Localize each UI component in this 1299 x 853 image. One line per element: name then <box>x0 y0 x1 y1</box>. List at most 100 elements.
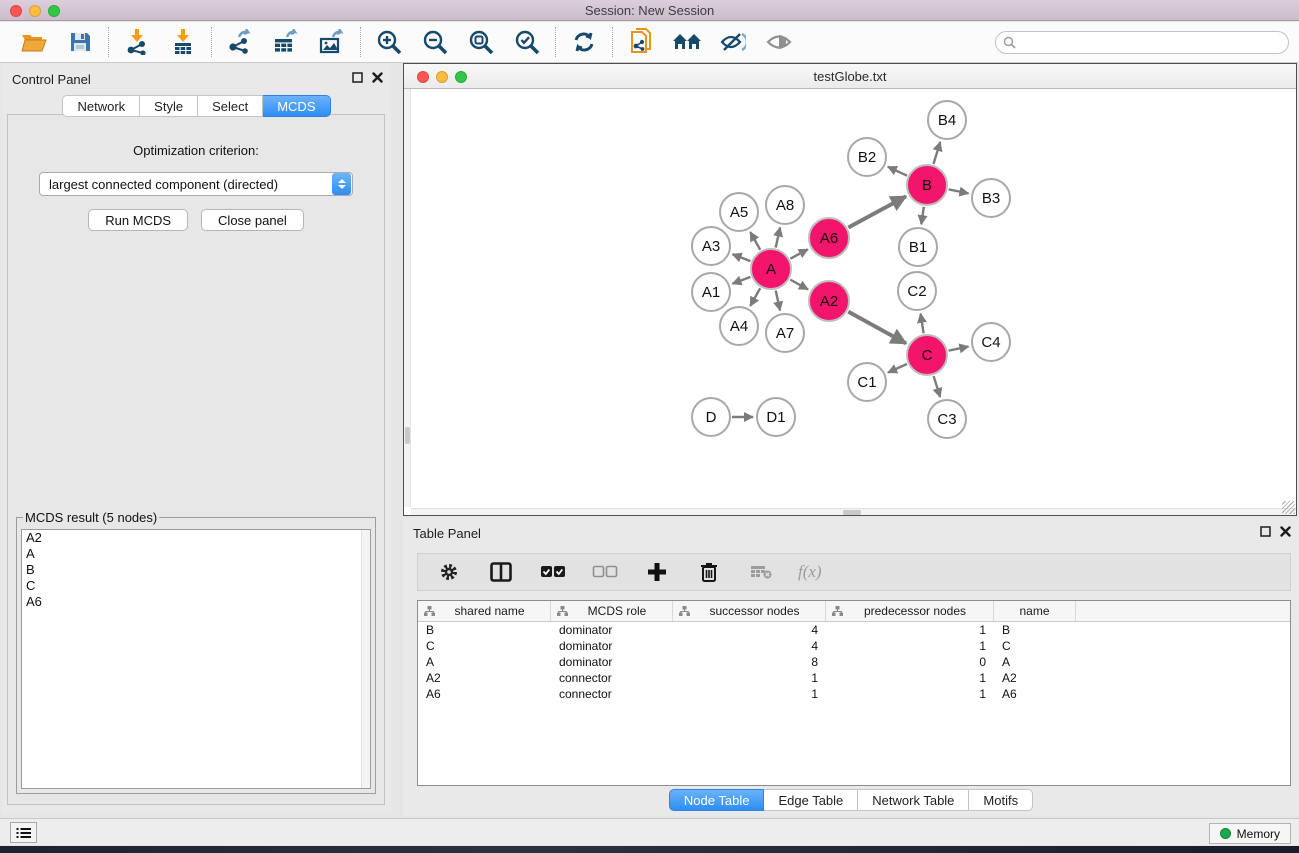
float-panel-icon[interactable] <box>352 72 363 83</box>
result-item[interactable]: A <box>22 546 370 562</box>
tab-node-table[interactable]: Node Table <box>669 789 765 811</box>
close-table-panel-icon[interactable] <box>1280 526 1291 537</box>
cell[interactable]: A <box>418 654 551 670</box>
edge-A-A4[interactable] <box>750 288 760 306</box>
node-A2[interactable]: A2 <box>808 280 850 322</box>
network-minimize-button[interactable] <box>436 71 448 83</box>
zoom-fit-icon[interactable] <box>466 27 496 57</box>
cell[interactable]: B <box>418 622 551 638</box>
node-B3[interactable]: B3 <box>971 178 1011 218</box>
tab-mcds[interactable]: MCDS <box>263 95 330 117</box>
zoom-in-icon[interactable] <box>374 27 404 57</box>
zoom-out-icon[interactable] <box>420 27 450 57</box>
cell[interactable]: 1 <box>826 638 994 654</box>
column-header-shared-name[interactable]: shared name <box>418 601 551 621</box>
cell[interactable]: 1 <box>826 686 994 702</box>
tab-network[interactable]: Network <box>62 95 140 117</box>
cell[interactable]: C <box>994 638 1076 654</box>
edge-A6-B[interactable] <box>848 196 906 227</box>
refresh-icon[interactable] <box>569 27 599 57</box>
close-panel-button[interactable]: Close panel <box>201 209 304 231</box>
cell[interactable]: 4 <box>673 622 826 638</box>
minimize-window-button[interactable] <box>29 5 41 17</box>
style-preview-icon[interactable] <box>718 27 748 57</box>
export-table-icon[interactable] <box>271 27 301 57</box>
tab-select[interactable]: Select <box>198 95 263 117</box>
cell[interactable]: C <box>418 638 551 654</box>
table-row[interactable]: A2connector11A2 <box>418 670 1290 686</box>
optimization-criterion-select[interactable]: largest connected component (directed) <box>39 172 353 196</box>
cell[interactable]: dominator <box>551 622 673 638</box>
mcds-result-list[interactable]: A2ABCA6 <box>21 529 371 789</box>
node-A5[interactable]: A5 <box>719 192 759 232</box>
node-B4[interactable]: B4 <box>927 100 967 140</box>
edge-A-A6[interactable] <box>790 249 807 258</box>
zoom-window-button[interactable] <box>48 5 60 17</box>
network-close-button[interactable] <box>417 71 429 83</box>
close-panel-icon[interactable] <box>372 72 383 83</box>
canvas-vertical-scrollbar[interactable] <box>404 89 411 507</box>
node-C1[interactable]: C1 <box>847 362 887 402</box>
edge-A-A1[interactable] <box>732 277 750 284</box>
search-input[interactable] <box>1021 35 1281 49</box>
edge-B-B4[interactable] <box>933 142 940 164</box>
cell[interactable]: A2 <box>994 670 1076 686</box>
add-row-icon[interactable] <box>642 557 672 587</box>
cell[interactable]: 0 <box>826 654 994 670</box>
export-image-icon[interactable] <box>317 27 347 57</box>
edge-B-B3[interactable] <box>949 189 969 193</box>
cell[interactable]: 8 <box>673 654 826 670</box>
cell[interactable]: 1 <box>826 670 994 686</box>
cell[interactable]: dominator <box>551 638 673 654</box>
column-header-name[interactable]: name <box>994 601 1076 621</box>
canvas-horizontal-scrollbar[interactable] <box>411 508 1296 515</box>
network-zoom-button[interactable] <box>455 71 467 83</box>
edge-B-B1[interactable] <box>921 207 924 224</box>
export-network-icon[interactable] <box>225 27 255 57</box>
column-header-MCDS-role[interactable]: MCDS role <box>551 601 673 621</box>
edge-B-B2[interactable] <box>888 167 907 176</box>
column-header-predecessor-nodes[interactable]: predecessor nodes <box>826 601 994 621</box>
edge-A-A7[interactable] <box>776 290 780 310</box>
cell[interactable]: A <box>994 654 1076 670</box>
node-C2[interactable]: C2 <box>897 271 937 311</box>
cell[interactable]: A2 <box>418 670 551 686</box>
birdseye-view-icon[interactable] <box>764 27 794 57</box>
tab-style[interactable]: Style <box>140 95 198 117</box>
result-item[interactable]: A2 <box>22 530 370 546</box>
gear-icon[interactable] <box>434 557 464 587</box>
task-history-button[interactable] <box>10 822 37 843</box>
result-item[interactable]: B <box>22 562 370 578</box>
table-row[interactable]: Cdominator41C <box>418 638 1290 654</box>
node-A3[interactable]: A3 <box>691 226 731 266</box>
node-A1[interactable]: A1 <box>691 272 731 312</box>
cell[interactable]: 1 <box>673 686 826 702</box>
cell[interactable]: 4 <box>673 638 826 654</box>
save-icon[interactable] <box>65 27 95 57</box>
select-all-icon[interactable] <box>538 557 568 587</box>
edge-C-C2[interactable] <box>921 314 924 334</box>
edge-C-C3[interactable] <box>934 376 941 397</box>
node-B2[interactable]: B2 <box>847 137 887 177</box>
edge-C-C1[interactable] <box>888 364 907 373</box>
tab-network-table[interactable]: Network Table <box>858 789 969 811</box>
window-resize-grip[interactable] <box>1282 501 1295 514</box>
cell[interactable]: dominator <box>551 654 673 670</box>
import-network-icon[interactable] <box>122 27 152 57</box>
new-network-from-selection-icon[interactable] <box>626 27 656 57</box>
node-C4[interactable]: C4 <box>971 322 1011 362</box>
float-table-panel-icon[interactable] <box>1260 526 1271 537</box>
deselect-all-icon[interactable] <box>590 557 620 587</box>
node-A6[interactable]: A6 <box>808 217 850 259</box>
network-canvas[interactable]: B4B2BB3B1A5A8A6A3AA1A2C2A4A7C4CC1C3DD1 <box>404 89 1296 515</box>
run-mcds-button[interactable]: Run MCDS <box>88 209 188 231</box>
zoom-selected-icon[interactable] <box>512 27 542 57</box>
edge-A-A3[interactable] <box>732 254 750 261</box>
columns-icon[interactable] <box>486 557 516 587</box>
node-A[interactable]: A <box>750 248 792 290</box>
edge-A2-C[interactable] <box>848 312 906 344</box>
cell[interactable]: connector <box>551 670 673 686</box>
edge-A-A2[interactable] <box>790 280 808 290</box>
node-A4[interactable]: A4 <box>719 306 759 346</box>
table-row[interactable]: Bdominator41B <box>418 622 1290 638</box>
